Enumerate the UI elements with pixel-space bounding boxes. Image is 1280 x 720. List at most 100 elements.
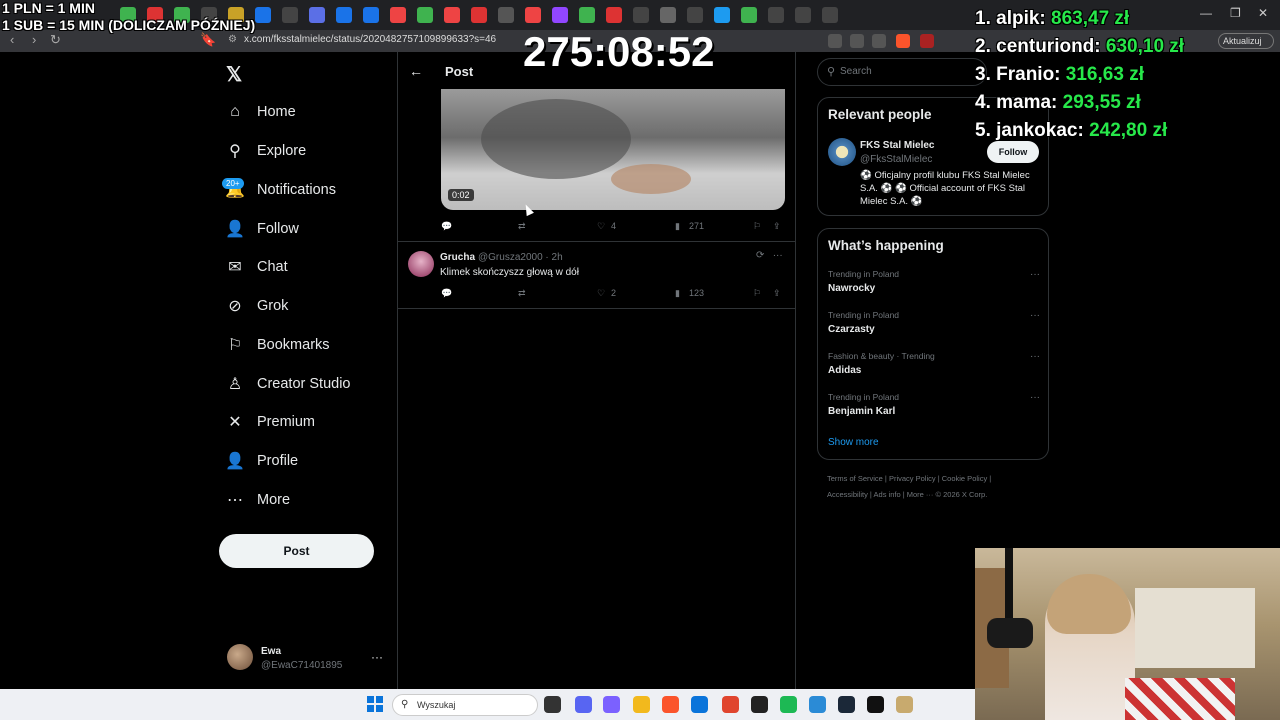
repost-icon[interactable]: ⇄: [518, 221, 526, 232]
extension-icon[interactable]: [828, 34, 842, 48]
more-dots-icon[interactable]: ···: [1030, 351, 1040, 362]
more-dots-icon[interactable]: ···: [1030, 310, 1040, 321]
post-button[interactable]: Post: [219, 534, 374, 568]
avatar[interactable]: [828, 138, 856, 166]
reply-author-name[interactable]: Grucha: [440, 252, 475, 263]
back-arrow-icon[interactable]: ←: [409, 63, 423, 79]
taskbar-search[interactable]: ⚲ Wyszukaj: [392, 694, 538, 716]
footer-links[interactable]: Terms of Service | Privacy Policy | Cook…: [827, 471, 1057, 503]
windows-start-icon[interactable]: [367, 696, 383, 712]
nav-explore[interactable]: ⚲ Explore: [226, 138, 306, 164]
footer-line[interactable]: Terms of Service | Privacy Policy | Cook…: [827, 471, 1057, 487]
reply-icon[interactable]: 💬: [441, 221, 452, 232]
reply-author-handle[interactable]: @Grusza2000 · 2h: [478, 252, 563, 263]
nav-chat[interactable]: ✉ Chat: [226, 254, 287, 280]
nav-grok[interactable]: ⊘ Grok: [226, 293, 288, 319]
forward-nav-icon[interactable]: ›: [32, 32, 36, 47]
reload-icon[interactable]: ↻: [50, 32, 61, 48]
tab-icon[interactable]: [363, 7, 379, 23]
back-nav-icon[interactable]: ‹: [10, 32, 14, 47]
tab-icon[interactable]: [822, 7, 838, 23]
nav-follow[interactable]: 👤 Follow: [225, 216, 299, 242]
footer-line[interactable]: Accessibility | Ads info | More ··· © 20…: [827, 487, 1057, 503]
trend-item[interactable]: Trending in Poland Nawrocky ···: [828, 269, 1040, 294]
like-icon[interactable]: ♡: [597, 288, 605, 299]
tab-icon[interactable]: [687, 7, 703, 23]
site-info-icon[interactable]: ⚙: [228, 34, 237, 45]
url-field[interactable]: x.com/fksstalmielec/status/2020482757109…: [244, 34, 496, 45]
task-view-icon[interactable]: [544, 696, 561, 713]
reply-icon[interactable]: 💬: [441, 288, 452, 299]
close-window-icon[interactable]: ✕: [1258, 6, 1268, 20]
nav-creator-studio[interactable]: ♙ Creator Studio: [226, 371, 351, 397]
views-icon[interactable]: ▮: [675, 288, 680, 299]
share-icon[interactable]: ⇪: [773, 288, 781, 299]
tab-icon[interactable]: [336, 7, 352, 23]
avatar[interactable]: [408, 251, 434, 277]
translate-icon[interactable]: [850, 34, 864, 48]
tab-icon[interactable]: [417, 7, 433, 23]
nav-more[interactable]: ⋯ More: [226, 487, 290, 513]
trend-item[interactable]: Trending in Poland Benjamin Karl ···: [828, 392, 1040, 417]
brave-active-icon[interactable]: [722, 696, 739, 713]
tab-icon[interactable]: [768, 7, 784, 23]
show-more-link[interactable]: Show more: [828, 437, 879, 448]
x-logo-icon[interactable]: 𝕏: [226, 62, 242, 87]
maximize-icon[interactable]: ❐: [1230, 6, 1241, 20]
store-icon[interactable]: [691, 696, 708, 713]
discord-icon[interactable]: [575, 696, 592, 713]
more-dots-icon[interactable]: ···: [1030, 392, 1040, 403]
nav-premium[interactable]: ✕ Premium: [226, 409, 315, 435]
bookmark-icon[interactable]: ⚐: [753, 221, 761, 232]
search-input[interactable]: ⚲ Search: [817, 58, 987, 86]
tab-icon[interactable]: [309, 7, 325, 23]
repost-icon[interactable]: ⇄: [518, 288, 526, 299]
tab-icon-active[interactable]: [660, 7, 676, 23]
tab-icon[interactable]: [552, 7, 568, 23]
reply-more-icon[interactable]: ⟳ ···: [756, 250, 783, 261]
update-button[interactable]: Aktualizuj: [1218, 33, 1274, 49]
tab-icon[interactable]: [606, 7, 622, 23]
obs-icon[interactable]: [751, 696, 768, 713]
nav-home[interactable]: ⌂ Home: [226, 99, 296, 125]
tab-icon[interactable]: [795, 7, 811, 23]
tab-icon[interactable]: [255, 7, 271, 23]
more-dots-icon[interactable]: ···: [1030, 269, 1040, 280]
spotify-icon[interactable]: [780, 696, 797, 713]
brave-shield-icon[interactable]: [896, 34, 910, 48]
file-explorer-icon[interactable]: [633, 696, 650, 713]
share-icon[interactable]: [872, 34, 886, 48]
tab-icon[interactable]: [390, 7, 406, 23]
notepad-icon[interactable]: [809, 696, 826, 713]
nav-profile[interactable]: 👤 Profile: [225, 448, 298, 474]
minimize-icon[interactable]: —: [1200, 6, 1212, 20]
video-player[interactable]: [441, 89, 785, 210]
trend-item[interactable]: Trending in Poland Czarzasty ···: [828, 310, 1040, 335]
brave-rewards-icon[interactable]: [920, 34, 934, 48]
tab-icon[interactable]: [579, 7, 595, 23]
nav-bookmarks[interactable]: ⚐ Bookmarks: [226, 332, 330, 358]
league-icon[interactable]: [896, 696, 913, 713]
brave-icon[interactable]: [662, 696, 679, 713]
follow-button[interactable]: Follow: [987, 141, 1039, 163]
tab-icon[interactable]: [444, 7, 460, 23]
tab-icon[interactable]: [471, 7, 487, 23]
share-icon[interactable]: ⇪: [773, 221, 781, 232]
tab-icon[interactable]: [282, 7, 298, 23]
tab-icon[interactable]: [633, 7, 649, 23]
capcut-icon[interactable]: [867, 696, 884, 713]
more-dots-icon[interactable]: ···: [371, 650, 383, 664]
views-icon[interactable]: ▮: [675, 221, 680, 232]
trend-item[interactable]: Fashion & beauty · Trending Adidas ···: [828, 351, 1040, 376]
person-name[interactable]: FKS Stal Mielec: [860, 140, 934, 151]
like-icon[interactable]: ♡: [597, 221, 605, 232]
tab-icon[interactable]: [741, 7, 757, 23]
tab-icon[interactable]: [714, 7, 730, 23]
tab-icon[interactable]: [498, 7, 514, 23]
person-handle[interactable]: @FksStalMielec: [860, 154, 932, 165]
bookmark-page-icon[interactable]: 🔖: [200, 32, 216, 48]
bookmark-icon[interactable]: ⚐: [753, 288, 761, 299]
steam-icon[interactable]: [838, 696, 855, 713]
copilot-icon[interactable]: [603, 696, 620, 713]
tab-icon[interactable]: [525, 7, 541, 23]
